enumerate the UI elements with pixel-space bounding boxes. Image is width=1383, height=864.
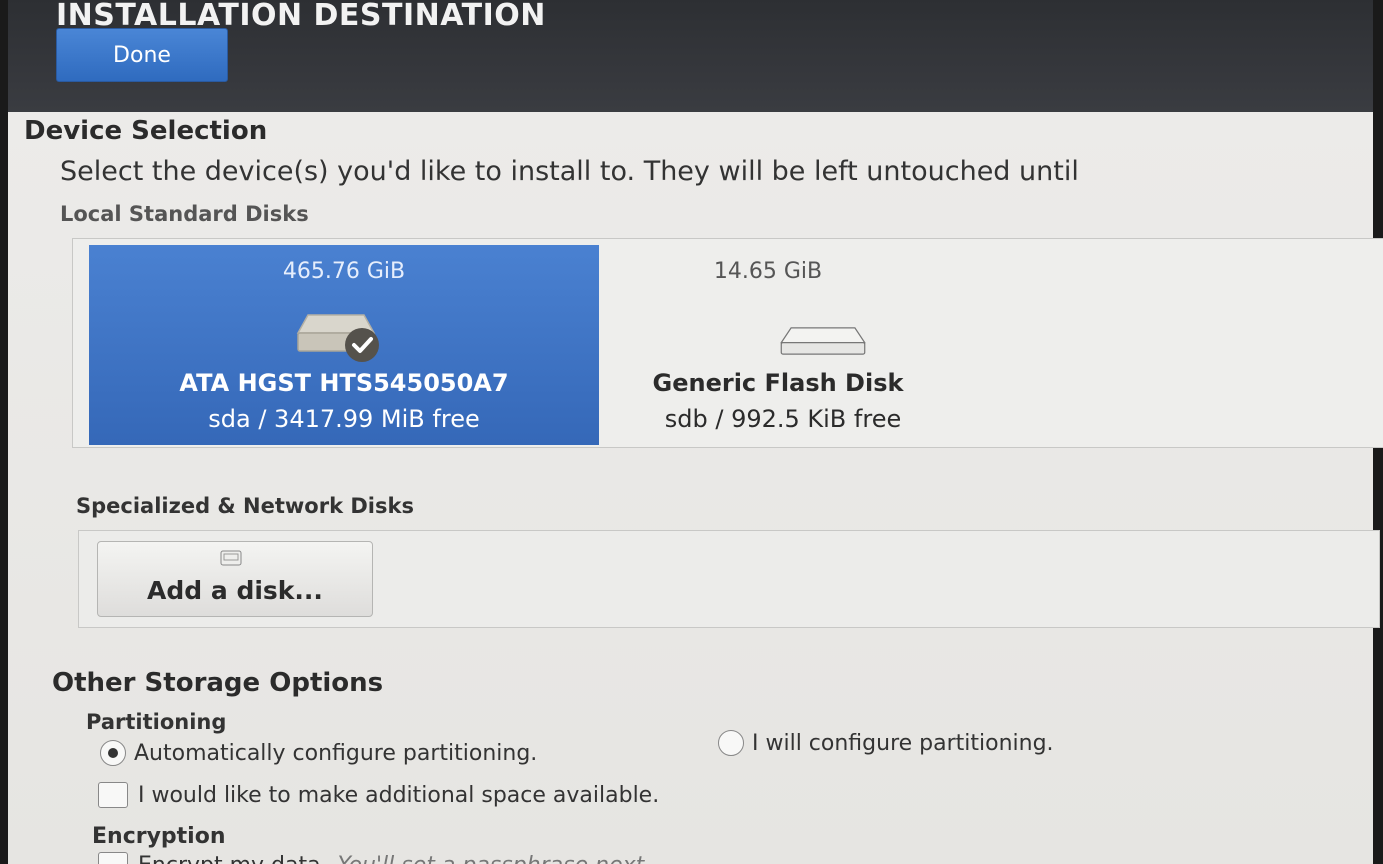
disk-tile-sdb[interactable]: 14.65 GiB Generic Flash Disk sdb / 992.5…: [633, 245, 1143, 445]
flash-disk-icon: [780, 327, 866, 355]
device-selection-title: Device Selection: [24, 116, 268, 146]
disk-add-icon: [220, 550, 242, 566]
auto-partition-radio[interactable]: [100, 740, 126, 766]
additional-space-option[interactable]: I would like to make additional space av…: [98, 782, 659, 808]
encryption-label: Encryption: [92, 824, 226, 849]
specialized-disks-label: Specialized & Network Disks: [76, 494, 414, 518]
encrypt-data-option[interactable]: Encrypt my data. You'll set a passphrase…: [98, 852, 651, 864]
auto-partition-option[interactable]: Automatically configure partitioning.: [100, 740, 537, 766]
instruction-suffix: They will be left untouched until: [643, 156, 1079, 187]
disk-free-space: sdb / 992.5 KiB free: [664, 405, 902, 433]
local-disks-list: 465.76 GiB ATA HGST HTS545050A7 sda / 34…: [72, 238, 1383, 448]
manual-partition-radio[interactable]: [718, 730, 744, 756]
manual-partition-option[interactable]: I will configure partitioning.: [718, 730, 1054, 756]
header-bar: INSTALLATION DESTINATION Done: [8, 0, 1373, 112]
disk-name: Generic Flash Disk: [652, 369, 904, 397]
hard-disk-checked-icon: [296, 314, 379, 362]
add-disk-label: Add a disk...: [147, 576, 323, 605]
installer-screen: INSTALLATION DESTINATION Done Device Sel…: [0, 0, 1383, 864]
other-storage-title: Other Storage Options: [52, 668, 384, 698]
manual-partition-label: I will configure partitioning.: [752, 730, 1054, 756]
instruction-prefix: Select the device(s) you'd like to insta…: [60, 156, 636, 187]
add-disk-button[interactable]: Add a disk...: [97, 541, 373, 617]
encrypt-data-hint: You'll set a passphrase next.: [338, 853, 652, 864]
device-instruction: Select the device(s) you'd like to insta…: [60, 156, 1079, 187]
additional-space-checkbox[interactable]: [98, 782, 128, 808]
monitor-bezel-left: [0, 0, 8, 864]
auto-partition-label: Automatically configure partitioning.: [134, 740, 538, 766]
additional-space-label: I would like to make additional space av…: [138, 782, 660, 808]
disk-size: 14.65 GiB: [713, 259, 823, 284]
content-area: Device Selection Select the device(s) yo…: [8, 112, 1383, 864]
encrypt-data-checkbox[interactable]: [98, 852, 128, 864]
encrypt-data-label: Encrypt my data.: [138, 853, 328, 864]
specialized-disks-list: Add a disk...: [78, 530, 1380, 628]
local-disks-label: Local Standard Disks: [60, 202, 309, 226]
disk-free-space: sda / 3417.99 MiB free: [208, 405, 480, 433]
done-button[interactable]: Done: [56, 28, 228, 82]
partitioning-label: Partitioning: [86, 710, 227, 734]
